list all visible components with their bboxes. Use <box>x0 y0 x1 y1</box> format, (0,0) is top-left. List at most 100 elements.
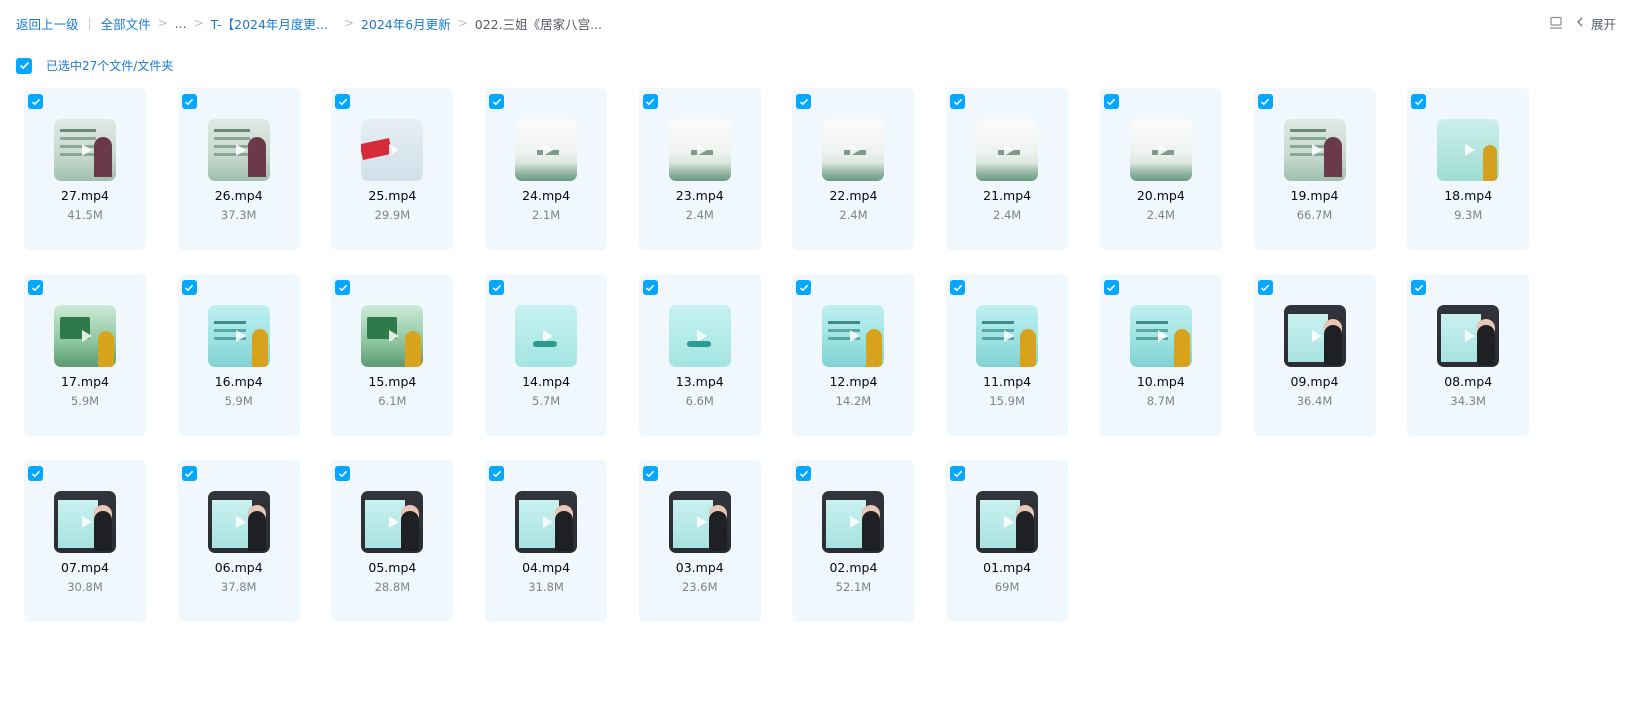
file-checkbox[interactable] <box>489 94 505 109</box>
file-checkbox[interactable] <box>1411 280 1427 295</box>
file-checkbox[interactable] <box>28 466 43 481</box>
breadcrumb-item-june[interactable]: 2024年6月更新 <box>361 14 451 33</box>
file-checkbox[interactable] <box>642 94 658 109</box>
file-checkbox[interactable] <box>181 94 197 109</box>
file-checkbox[interactable] <box>1257 94 1273 109</box>
file-name: 08.mp4 <box>1444 374 1493 389</box>
file-size: 30.8M <box>67 580 103 594</box>
checkmark-icon <box>19 61 29 70</box>
file-card[interactable]: 17.mp4 5.9M <box>24 274 146 436</box>
file-card[interactable]: 12.mp4 14.2M <box>792 274 915 436</box>
file-checkbox[interactable] <box>796 94 812 109</box>
video-thumbnail[interactable] <box>54 305 116 367</box>
video-thumbnail[interactable] <box>668 491 731 553</box>
video-thumbnail[interactable] <box>361 491 424 553</box>
file-checkbox[interactable] <box>28 94 43 109</box>
file-card[interactable]: 15.mp4 6.1M <box>331 274 454 436</box>
video-thumbnail[interactable] <box>1283 305 1346 367</box>
video-thumbnail[interactable] <box>976 491 1039 553</box>
file-card[interactable]: 25.mp4 29.9M <box>331 88 454 250</box>
file-card[interactable]: 02.mp4 52.1M <box>792 460 915 622</box>
file-card[interactable]: 01.mp4 69M <box>946 460 1069 622</box>
breadcrumb-item-all-files[interactable]: 全部文件 <box>101 14 151 33</box>
expand-button[interactable]: 展开 <box>1575 14 1616 33</box>
video-thumbnail[interactable] <box>668 305 731 367</box>
file-card[interactable]: 22.mp4 2.4M <box>792 88 915 250</box>
file-checkbox[interactable] <box>796 280 812 295</box>
file-card[interactable]: 07.mp4 30.8M <box>24 460 146 622</box>
file-checkbox[interactable] <box>335 280 351 295</box>
file-card[interactable]: 24.mp4 2.1M <box>485 88 608 250</box>
breadcrumb-item-ellipsis[interactable]: ... <box>175 16 187 31</box>
select-all-checkbox[interactable] <box>16 57 32 74</box>
video-thumbnail[interactable] <box>207 305 270 367</box>
file-card[interactable]: 26.mp4 37.3M <box>177 88 300 250</box>
file-name: 13.mp4 <box>675 374 724 389</box>
file-card[interactable]: 19.mp4 66.7M <box>1253 88 1376 250</box>
file-checkbox[interactable] <box>642 466 658 481</box>
video-thumbnail[interactable] <box>515 491 578 553</box>
video-thumbnail[interactable] <box>361 119 424 181</box>
video-thumbnail[interactable] <box>1283 119 1346 181</box>
video-thumbnail[interactable] <box>54 119 116 181</box>
video-thumbnail[interactable] <box>1437 119 1500 181</box>
video-thumbnail[interactable] <box>1129 305 1192 367</box>
file-checkbox[interactable] <box>1103 280 1119 295</box>
file-checkbox[interactable] <box>181 280 197 295</box>
file-card[interactable]: 09.mp4 36.4M <box>1253 274 1376 436</box>
video-thumbnail[interactable] <box>976 119 1039 181</box>
file-size: 5.9M <box>70 394 100 408</box>
video-thumbnail[interactable] <box>976 305 1039 367</box>
file-card[interactable]: 23.mp4 2.4M <box>638 88 761 250</box>
file-card[interactable]: 05.mp4 28.8M <box>331 460 454 622</box>
file-card[interactable]: 11.mp4 15.9M <box>946 274 1069 436</box>
file-checkbox[interactable] <box>950 94 966 109</box>
file-checkbox[interactable] <box>796 466 812 481</box>
file-card[interactable]: 13.mp4 6.6M <box>638 274 761 436</box>
video-thumbnail[interactable] <box>822 491 885 553</box>
file-checkbox[interactable] <box>1103 94 1119 109</box>
file-card[interactable]: 04.mp4 31.8M <box>485 460 608 622</box>
play-icon <box>850 516 861 528</box>
file-card[interactable]: 20.mp4 2.4M <box>1099 88 1222 250</box>
video-thumbnail[interactable] <box>822 305 885 367</box>
play-icon <box>1311 144 1322 156</box>
play-icon <box>1157 144 1168 156</box>
file-card[interactable]: 08.mp4 34.3M <box>1407 274 1530 436</box>
file-checkbox[interactable] <box>642 280 658 295</box>
file-name: 01.mp4 <box>983 560 1032 575</box>
file-checkbox[interactable] <box>489 466 505 481</box>
file-card[interactable]: 18.mp4 9.3M <box>1407 88 1530 250</box>
file-card[interactable]: 06.mp4 37.8M <box>177 460 300 622</box>
video-thumbnail[interactable] <box>54 491 116 553</box>
file-checkbox[interactable] <box>28 280 43 295</box>
file-checkbox[interactable] <box>181 466 197 481</box>
file-card[interactable]: 03.mp4 23.6M <box>638 460 761 622</box>
video-thumbnail[interactable] <box>515 305 578 367</box>
video-thumbnail[interactable] <box>822 119 885 181</box>
file-card[interactable]: 10.mp4 8.7M <box>1099 274 1222 436</box>
file-card[interactable]: 14.mp4 5.7M <box>485 274 608 436</box>
file-checkbox[interactable] <box>335 466 351 481</box>
file-card[interactable]: 16.mp4 5.9M <box>177 274 300 436</box>
file-card[interactable]: 27.mp4 41.5M <box>24 88 146 250</box>
file-checkbox[interactable] <box>489 280 505 295</box>
file-name: 11.mp4 <box>983 374 1032 389</box>
video-thumbnail[interactable] <box>515 119 578 181</box>
video-thumbnail[interactable] <box>207 119 270 181</box>
video-thumbnail[interactable] <box>668 119 731 181</box>
file-checkbox[interactable] <box>1411 94 1427 109</box>
breadcrumb-item-monthly[interactable]: T-【2024年月度更... <box>211 14 328 33</box>
video-thumbnail[interactable] <box>361 305 424 367</box>
play-icon <box>850 144 861 156</box>
file-checkbox[interactable] <box>950 280 966 295</box>
file-checkbox[interactable] <box>950 466 966 481</box>
video-thumbnail[interactable] <box>207 491 270 553</box>
back-link[interactable]: 返回上一级 <box>16 14 79 33</box>
file-checkbox[interactable] <box>1257 280 1273 295</box>
video-thumbnail[interactable] <box>1437 305 1500 367</box>
file-checkbox[interactable] <box>335 94 351 109</box>
layout-toggle-icon[interactable] <box>1547 14 1565 32</box>
file-card[interactable]: 21.mp4 2.4M <box>946 88 1069 250</box>
video-thumbnail[interactable] <box>1129 119 1192 181</box>
